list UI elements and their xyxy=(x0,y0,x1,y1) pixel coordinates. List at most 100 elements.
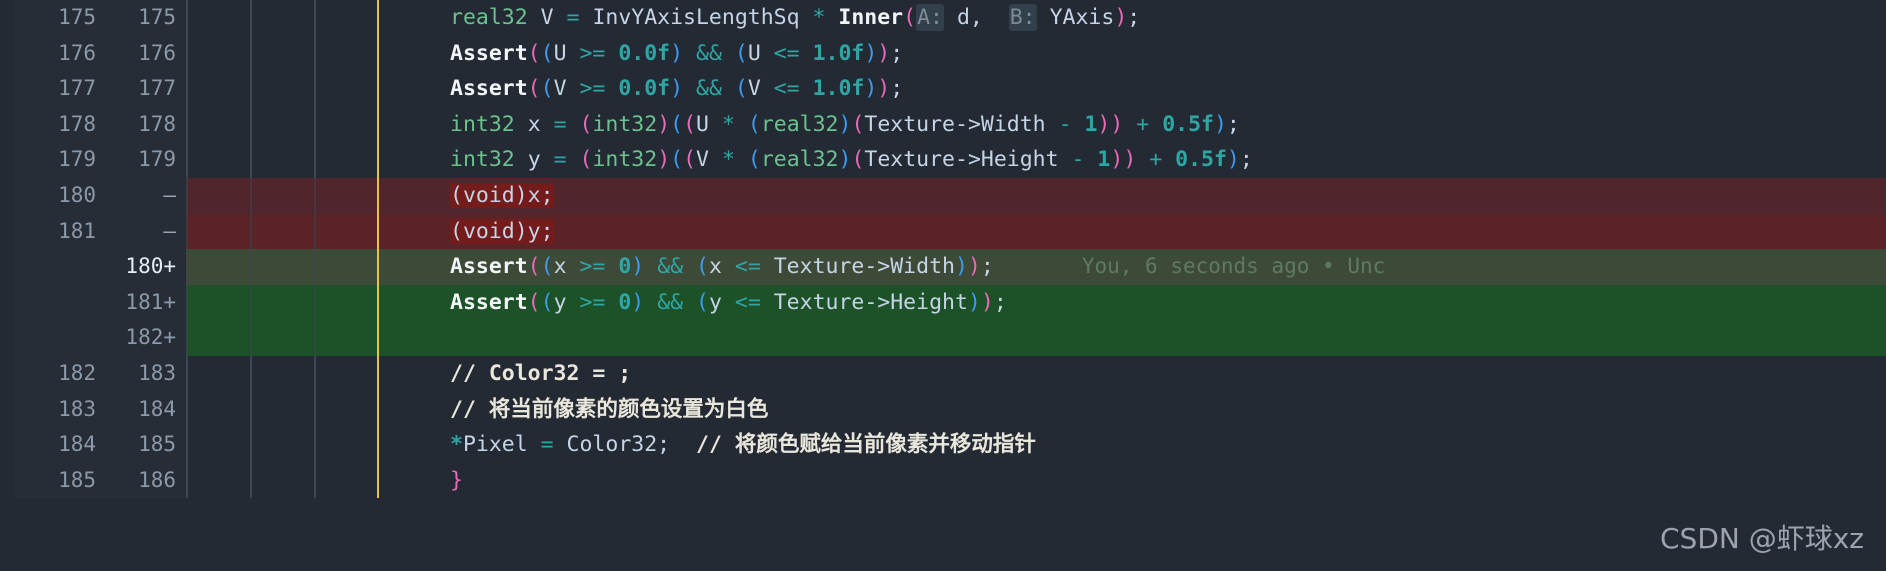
code-row[interactable]: 182+ xyxy=(0,320,1886,356)
active-indent-guide xyxy=(377,355,380,392)
code-row[interactable]: 175 175 real32 V = InvYAxisLengthSq * Inne… xyxy=(0,0,1886,36)
code-row[interactable]: 176 176 Assert((U >= 0.0f) && (U <= 1.0f))… xyxy=(0,35,1886,72)
indent-guides xyxy=(186,0,438,36)
code-line-text[interactable] xyxy=(438,320,1886,356)
gutter-edge xyxy=(0,427,14,463)
line-number-gutter[interactable]: 178 178 xyxy=(0,106,186,143)
code-row[interactable]: 179 179 int32 y = (int32)((V * (real32)(Te… xyxy=(0,142,1886,178)
code-token: (void)x; xyxy=(450,182,554,208)
gutter-edge xyxy=(0,462,14,499)
code-token: Inner xyxy=(838,5,904,30)
code-row[interactable]: 185 186} xyxy=(0,462,1886,499)
code-line-text[interactable]: int32 x = (int32)((U * (real32)(Texture-… xyxy=(438,107,1886,143)
new-line-number: 180+ xyxy=(125,254,176,279)
code-line-text[interactable]: *Pixel = Color32; // 将颜色赋给当前像素并移动指针 xyxy=(438,427,1886,463)
indent-guide-line xyxy=(186,106,188,143)
code-row[interactable]: 182 183 // Color32 = ; xyxy=(0,355,1886,392)
indent-guide-line xyxy=(186,177,188,214)
code-line-text[interactable]: // 将当前像素的颜色设置为白色 xyxy=(438,392,1886,428)
line-number-gutter[interactable]: 175 175 xyxy=(0,0,186,36)
code-row[interactable]: 180 — (void)x; xyxy=(0,177,1886,214)
indent-guide-line xyxy=(186,284,188,321)
indent-guide-line xyxy=(250,177,252,214)
code-token: ; xyxy=(1127,5,1141,30)
code-token: ; xyxy=(1226,111,1240,137)
code-token: <= xyxy=(773,40,800,66)
old-line-number: 182 xyxy=(58,360,96,385)
code-row[interactable]: 177 177 Assert((V >= 0.0f) && (V <= 1.0f))… xyxy=(0,71,1886,107)
code-token: y xyxy=(553,289,567,315)
active-indent-guide xyxy=(377,249,380,285)
code-line-text[interactable]: Assert((y >= 0) && (y <= Texture->Height… xyxy=(438,285,1886,321)
code-token: 0 xyxy=(618,289,632,315)
code-line-text[interactable]: } xyxy=(438,463,1886,499)
code-line-text[interactable]: (void)y; xyxy=(438,214,1886,250)
new-line-number: 179 xyxy=(138,147,176,172)
line-number-gutter[interactable]: 180+ xyxy=(0,249,186,285)
code-line-text[interactable]: (void)x; xyxy=(438,178,1886,214)
code-token: ( xyxy=(670,147,684,173)
code-row[interactable]: 181 — (void)y; xyxy=(0,213,1886,250)
code-token: ; xyxy=(980,254,994,280)
new-line-number: 184 xyxy=(138,396,176,421)
code-token: ) xyxy=(980,289,994,315)
code-token: int32 xyxy=(592,111,658,137)
code-row[interactable]: 183 184 // 将当前像素的颜色设置为白色 xyxy=(0,391,1886,428)
line-number-gutter[interactable]: 177 177 xyxy=(0,71,186,107)
new-line-number: 183 xyxy=(138,360,176,385)
code-token: Texture->Width xyxy=(773,254,955,280)
code-line-text[interactable]: Assert((V >= 0.0f) && (V <= 1.0f)); xyxy=(438,71,1886,107)
gutter-edge xyxy=(0,213,14,250)
code-token: ( xyxy=(734,40,748,66)
indent-guides xyxy=(186,391,438,428)
code-row[interactable]: 181+ Assert((y >= 0) && (y <= Texture->He… xyxy=(0,284,1886,321)
code-token: <= xyxy=(773,76,800,102)
new-line-number: 178 xyxy=(138,111,176,136)
code-row[interactable]: 178 178 int32 x = (int32)((U * (real32)(Te… xyxy=(0,106,1886,143)
indent-guide-line xyxy=(186,142,188,178)
code-token: ) xyxy=(1123,147,1137,173)
code-token: y xyxy=(708,289,722,315)
code-row[interactable]: 180+ Assert((x >= 0) && (x <= Texture->Wi… xyxy=(0,249,1886,285)
line-number-gutter[interactable]: 176 176 xyxy=(0,35,186,72)
code-token: ; xyxy=(890,76,904,102)
line-number-gutter[interactable]: 184 185 xyxy=(0,427,186,463)
code-token: 1.0f xyxy=(812,40,865,66)
code-line-text[interactable]: int32 y = (int32)((V * (real32)(Texture-… xyxy=(438,142,1886,178)
code-row[interactable]: 184 185 *Pixel = Color32; // 将颜色赋给当前像素并移动指… xyxy=(0,427,1886,463)
code-line-text[interactable]: Assert((x >= 0) && (x <= Texture->Width)… xyxy=(438,249,1886,285)
code-token: U xyxy=(553,40,567,66)
code-line-text[interactable]: real32 V = InvYAxisLengthSq * Inner(A: d… xyxy=(438,0,1886,36)
line-number-gutter[interactable]: 179 179 xyxy=(0,142,186,178)
code-token: ( xyxy=(540,40,554,66)
indent-guides xyxy=(186,462,438,499)
line-number-gutter[interactable]: 181 — xyxy=(0,213,186,250)
line-number-gutter[interactable]: 182+ xyxy=(0,320,186,356)
code-line-text[interactable]: Assert((U >= 0.0f) && (U <= 1.0f)); xyxy=(438,36,1886,72)
line-number-gutter[interactable]: 182 183 xyxy=(0,355,186,392)
git-blame-annotation[interactable]: You, 6 seconds ago • Unc xyxy=(994,254,1385,278)
indent-guide-line xyxy=(186,71,188,107)
line-number-gutter[interactable]: 183 184 xyxy=(0,391,186,428)
code-token: Assert xyxy=(450,76,528,102)
code-line-text[interactable]: // Color32 = ; xyxy=(438,356,1886,392)
line-number-gutter[interactable]: 181+ xyxy=(0,284,186,321)
indent-guide-line xyxy=(186,0,188,36)
indent-guides xyxy=(186,177,438,214)
diff-editor[interactable]: 175 175 real32 V = InvYAxisLengthSq * Inne… xyxy=(0,0,1886,571)
indent-guide-line xyxy=(314,462,316,499)
old-line-number: 180 xyxy=(58,182,96,207)
code-token: YAxis xyxy=(1049,5,1115,30)
line-number-gutter[interactable]: 185 186 xyxy=(0,462,186,499)
indent-guide-line xyxy=(314,355,316,392)
line-number-gutter[interactable]: 180 — xyxy=(0,177,186,214)
